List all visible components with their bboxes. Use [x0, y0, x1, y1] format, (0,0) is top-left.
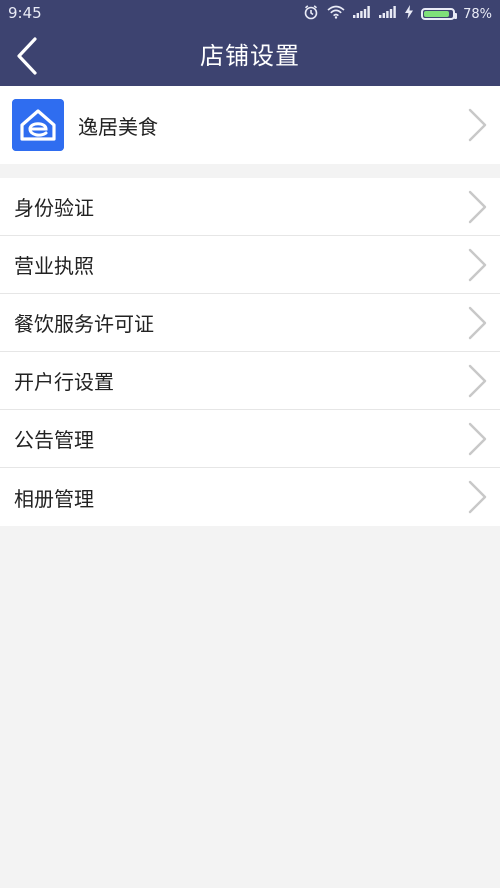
store-name: 逸居美食: [78, 114, 158, 139]
menu-item-identity-verification[interactable]: 身份验证: [0, 178, 500, 236]
menu-item-label: 开户行设置: [14, 370, 114, 394]
page-title: 店铺设置: [200, 42, 300, 70]
charging-icon: [405, 5, 414, 23]
chevron-right-icon: [466, 107, 490, 143]
menu-item-announcement-management[interactable]: 公告管理: [0, 410, 500, 468]
chevron-right-icon: [466, 363, 490, 399]
menu-item-food-service-permit[interactable]: 餐饮服务许可证: [0, 294, 500, 352]
status-icons: 78%: [303, 4, 492, 24]
status-bar: 9:45 78%: [0, 0, 500, 26]
store-card[interactable]: 逸居美食: [0, 86, 500, 165]
alarm-icon: [303, 4, 319, 24]
menu-item-bank-settings[interactable]: 开户行设置: [0, 352, 500, 410]
settings-menu: 身份验证 营业执照 餐饮服务许可证 开户行设置 公告管理 相册管理: [0, 178, 500, 526]
house-e-logo-icon: [12, 99, 64, 151]
menu-item-label: 营业执照: [14, 254, 94, 278]
battery-percent: 78%: [463, 6, 492, 22]
chevron-right-icon: [466, 421, 490, 457]
app-header: 店铺设置: [0, 26, 500, 86]
section-gap: [0, 164, 500, 178]
menu-item-label: 餐饮服务许可证: [14, 312, 154, 336]
chevron-right-icon: [466, 189, 490, 225]
app-root: 9:45 78% 店铺设置 逸居美食 身份验证 营业执照 餐饮服务许可证 开户行…: [0, 0, 500, 888]
chevron-right-icon: [466, 247, 490, 283]
store-logo: [12, 99, 64, 151]
signal-icon: [379, 6, 397, 22]
wifi-icon: [327, 5, 345, 23]
empty-background: [0, 528, 500, 888]
signal-icon: [353, 6, 371, 22]
chevron-right-icon: [466, 479, 490, 515]
menu-item-label: 公告管理: [14, 428, 94, 452]
menu-item-label: 身份验证: [14, 196, 94, 220]
battery-icon: [421, 8, 458, 20]
menu-item-business-license[interactable]: 营业执照: [0, 236, 500, 294]
menu-item-label: 相册管理: [14, 486, 94, 511]
status-time: 9:45: [8, 4, 42, 22]
menu-item-album-management[interactable]: 相册管理: [0, 468, 500, 526]
chevron-right-icon: [466, 305, 490, 341]
